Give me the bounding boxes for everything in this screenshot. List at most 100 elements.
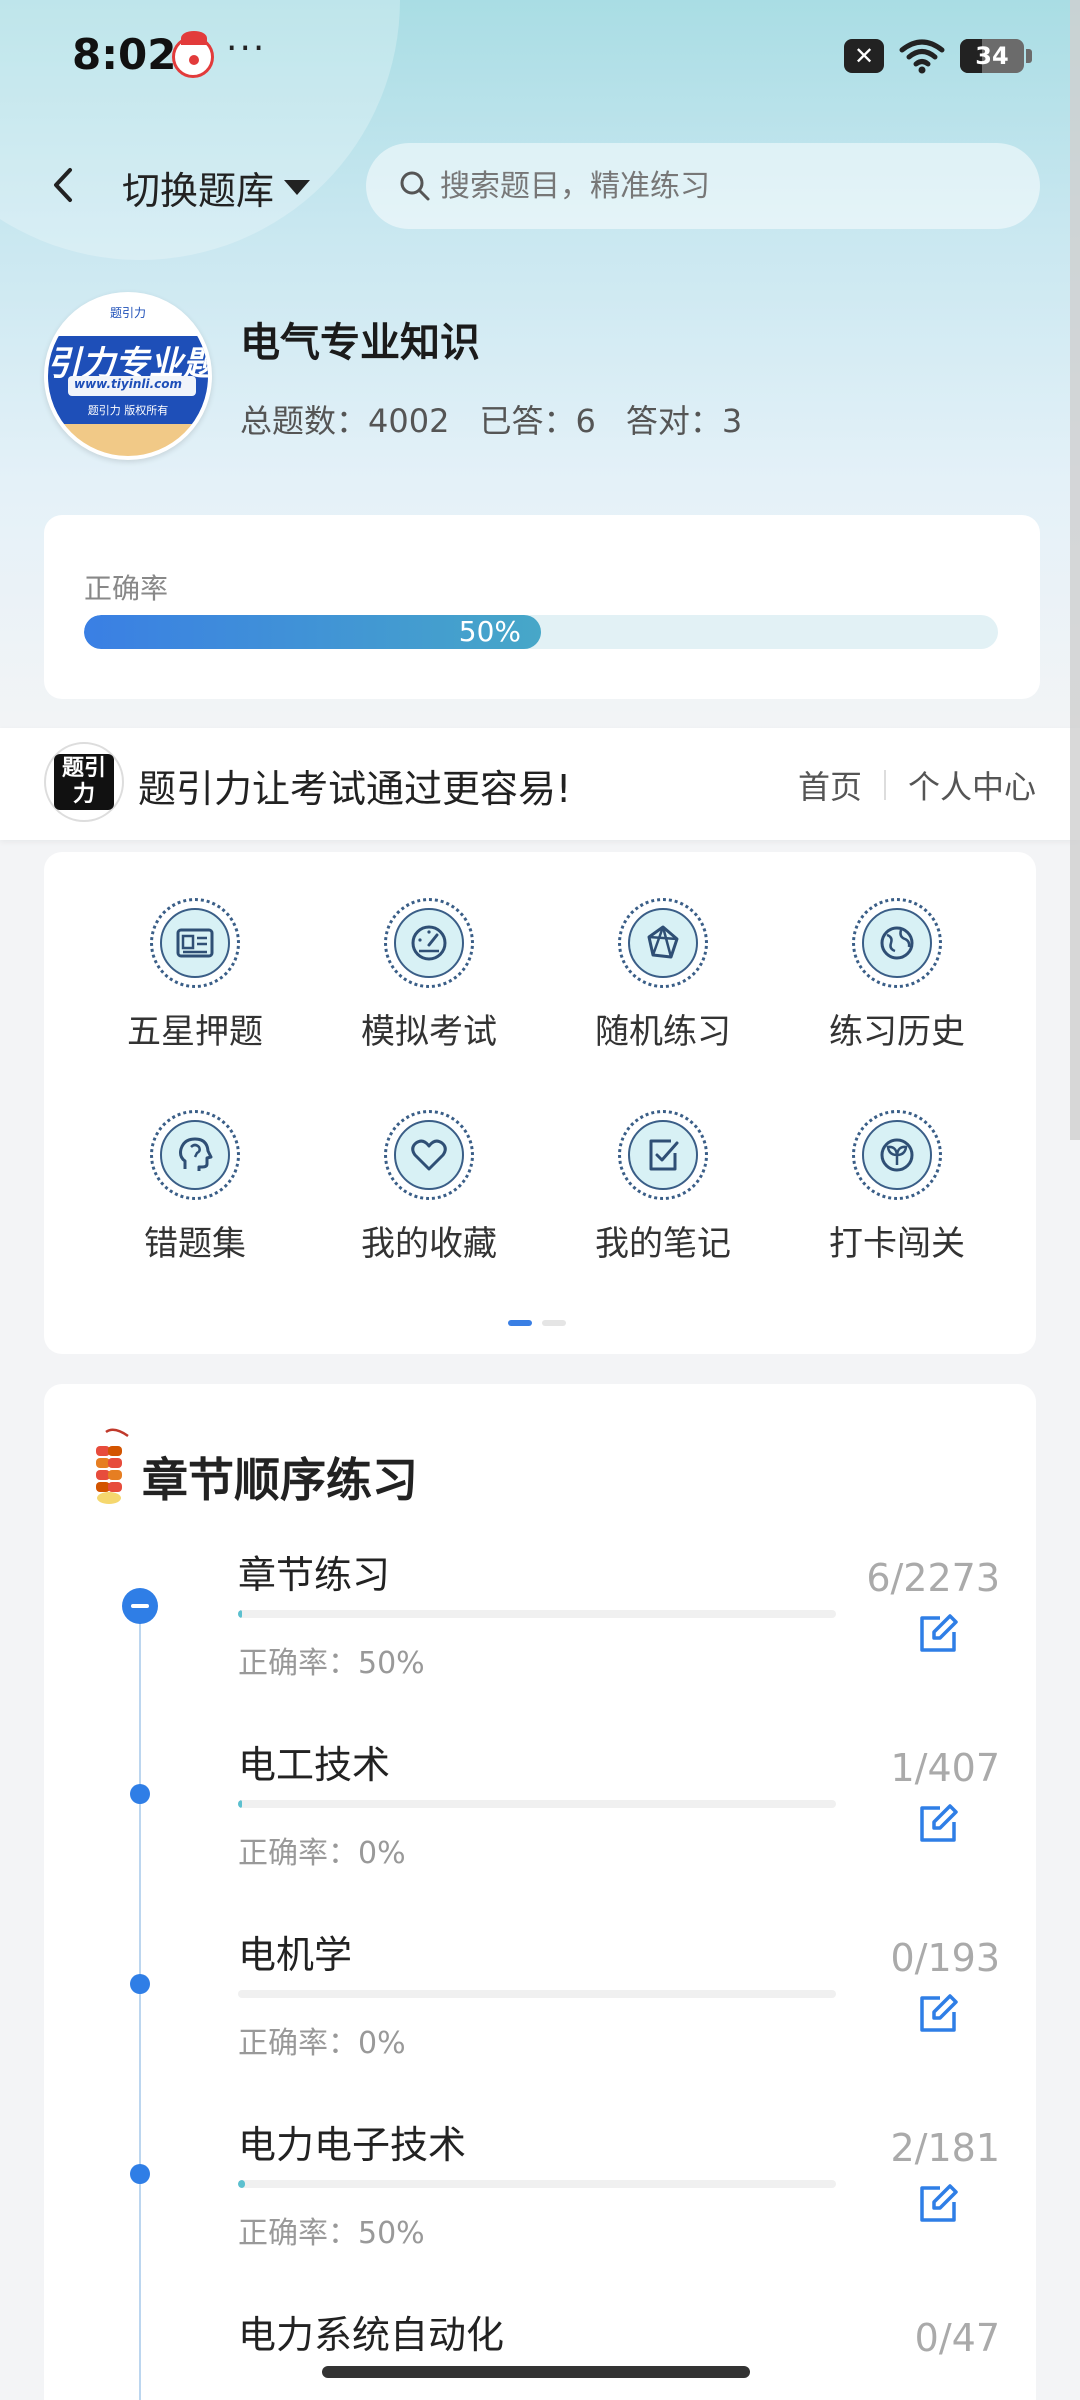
no-sim-icon: ✕ xyxy=(844,39,884,73)
feature-favorites[interactable]: 我的收藏 xyxy=(312,1064,546,1264)
timeline-node xyxy=(130,1974,150,1994)
edit-icon[interactable] xyxy=(916,1612,960,1656)
feature-label: 错题集 xyxy=(144,1224,246,1264)
chapter-count: 2/181 xyxy=(890,2126,1000,2170)
firecracker-icon xyxy=(96,1428,129,1504)
head-icon xyxy=(179,1137,213,1171)
nav-divider xyxy=(883,770,886,800)
chapter-accuracy: 正确率：50% xyxy=(238,2216,425,2251)
chapter-progress-fill xyxy=(238,1610,242,1618)
feature-label: 练习历史 xyxy=(829,1012,965,1052)
chapter-item[interactable]: 电力电子技术 正确率：50% 2/181 xyxy=(44,2114,1036,2304)
brand-slogan: 题引力让考试通过更容易! xyxy=(138,767,572,811)
feature-grid: 五星押题 模拟考试 随机练习 练习历史 错题集 我的收藏 我的笔记 打卡闯关 xyxy=(44,852,1036,1354)
clown-app-icon xyxy=(172,31,214,78)
feature-label: 我的笔记 xyxy=(595,1224,731,1264)
heart-icon xyxy=(411,1139,447,1171)
course-name: 电气专业知识 xyxy=(240,320,480,366)
top-bar: 切换题库 xyxy=(0,140,1080,230)
chapter-item[interactable]: 电工技术 正确率：0% 1/407 xyxy=(44,1734,1036,1924)
course-stats: 总题数：4002 已答：6 答对：3 xyxy=(240,396,742,442)
answered-count: 已答：6 xyxy=(479,402,596,440)
chapter-count: 1/407 xyxy=(890,1746,1000,1790)
switch-bank-dropdown[interactable]: 切换题库 xyxy=(122,160,311,215)
status-bar: 8:02 ··· ✕ 34 xyxy=(0,0,1080,120)
caret-down-icon xyxy=(284,180,311,195)
id-card-icon xyxy=(176,928,214,958)
chapter-item[interactable]: 电机学 正确率：0% 0/193 xyxy=(44,1924,1036,2114)
chapter-name: 章节练习 xyxy=(238,1553,391,1597)
battery-icon: 34 xyxy=(960,39,1032,73)
banner-nav: 首页 个人中心 xyxy=(798,762,1036,808)
feature-label: 五星押题 xyxy=(127,1012,263,1052)
collapse-node-icon[interactable] xyxy=(122,1588,158,1624)
chapter-item[interactable]: 章节练习 正确率：50% 6/2273 xyxy=(44,1544,1036,1734)
feature-label: 随机练习 xyxy=(595,1012,731,1052)
chapter-progress-fill xyxy=(238,1800,242,1808)
chapter-progress-bar xyxy=(238,1800,836,1808)
chapter-count: 6/2273 xyxy=(866,1556,1000,1600)
course-info: 题引力 引力专业题 www.tiyinli.com 题引力 版权所有 电气专业知… xyxy=(44,292,1044,462)
chapter-practice-card: 章节顺序练习 章节练习 正确率：50% 6/2273 电工技术 正确率：0% 1… xyxy=(44,1384,1036,2400)
back-button[interactable] xyxy=(44,162,84,208)
feature-check-in[interactable]: 打卡闯关 xyxy=(780,1064,1014,1264)
profile-link[interactable]: 个人中心 xyxy=(908,762,1036,808)
search-input[interactable] xyxy=(440,168,1000,204)
brand-logo: 题引力 xyxy=(44,742,124,822)
edit-icon[interactable] xyxy=(916,1802,960,1846)
logo-url-text: www.tiyinli.com xyxy=(73,377,183,391)
chapter-accuracy: 正确率：50% xyxy=(238,1646,425,1681)
chapter-name: 电力系统自动化 xyxy=(238,2313,505,2357)
logo-top-text: 题引力 xyxy=(109,306,146,320)
chapter-progress-fill xyxy=(238,2180,245,2188)
feature-label: 我的收藏 xyxy=(361,1224,497,1264)
feature-notes[interactable]: 我的笔记 xyxy=(546,1064,780,1264)
edit-icon[interactable] xyxy=(916,2182,960,2226)
course-logo: 题引力 引力专业题 www.tiyinli.com 题引力 版权所有 xyxy=(44,292,212,460)
brand-logo-text: 题引力 xyxy=(54,754,114,810)
feature-random-practice[interactable]: 随机练习 xyxy=(546,852,780,1052)
accuracy-label: 正确率 xyxy=(84,572,169,605)
battery-level: 34 xyxy=(975,42,1009,70)
chevron-left-icon xyxy=(54,168,72,202)
pager-dot[interactable] xyxy=(542,1320,566,1326)
chapter-count: 0/47 xyxy=(914,2316,1000,2360)
chapter-progress-bar xyxy=(238,1610,836,1618)
scrollbar[interactable] xyxy=(1070,0,1080,1140)
chapter-progress-bar xyxy=(238,2180,836,2188)
status-time: 8:02 xyxy=(72,30,177,79)
feature-label: 打卡闯关 xyxy=(829,1224,965,1264)
total-questions: 总题数：4002 xyxy=(240,402,450,440)
chapter-item[interactable]: 电力系统自动化 0/47 xyxy=(44,2304,1036,2400)
feature-wrong-questions[interactable]: 错题集 xyxy=(78,1064,312,1264)
status-icons: ✕ 34 xyxy=(844,38,1032,74)
chapter-accuracy: 正确率：0% xyxy=(238,1836,406,1871)
switch-bank-label: 切换题库 xyxy=(122,169,275,213)
gauge-icon xyxy=(411,925,447,961)
accuracy-progress-bar: 50% xyxy=(84,615,998,649)
timeline-node xyxy=(130,2164,150,2184)
search-icon xyxy=(400,171,430,201)
home-indicator[interactable] xyxy=(322,2366,750,2378)
feature-label: 模拟考试 xyxy=(361,1012,497,1052)
feature-history[interactable]: 练习历史 xyxy=(780,852,1014,1052)
feature-mock-exam[interactable]: 模拟考试 xyxy=(312,852,546,1052)
correct-count: 答对：3 xyxy=(625,402,743,440)
accuracy-card: 正确率 50% xyxy=(44,515,1040,699)
pager-dot-active[interactable] xyxy=(508,1320,532,1326)
shuffle-icon xyxy=(647,925,679,959)
edit-icon[interactable] xyxy=(916,1992,960,2036)
chapter-progress-bar xyxy=(238,1990,836,1998)
leaf-icon xyxy=(880,1138,914,1172)
search-bar[interactable] xyxy=(366,143,1040,229)
feature-five-star[interactable]: 五星押题 xyxy=(78,852,312,1052)
chapter-accuracy: 正确率：0% xyxy=(238,2026,406,2061)
home-link[interactable]: 首页 xyxy=(798,762,862,808)
chapter-count: 0/193 xyxy=(890,1936,1000,1980)
chapter-name: 电力电子技术 xyxy=(238,2123,467,2167)
chapter-section-title: 章节顺序练习 xyxy=(142,1453,418,1507)
timeline-node xyxy=(130,1784,150,1804)
chapter-name: 电工技术 xyxy=(238,1743,391,1787)
more-notifications-icon: ··· xyxy=(226,28,267,69)
note-check-icon xyxy=(649,1139,679,1171)
